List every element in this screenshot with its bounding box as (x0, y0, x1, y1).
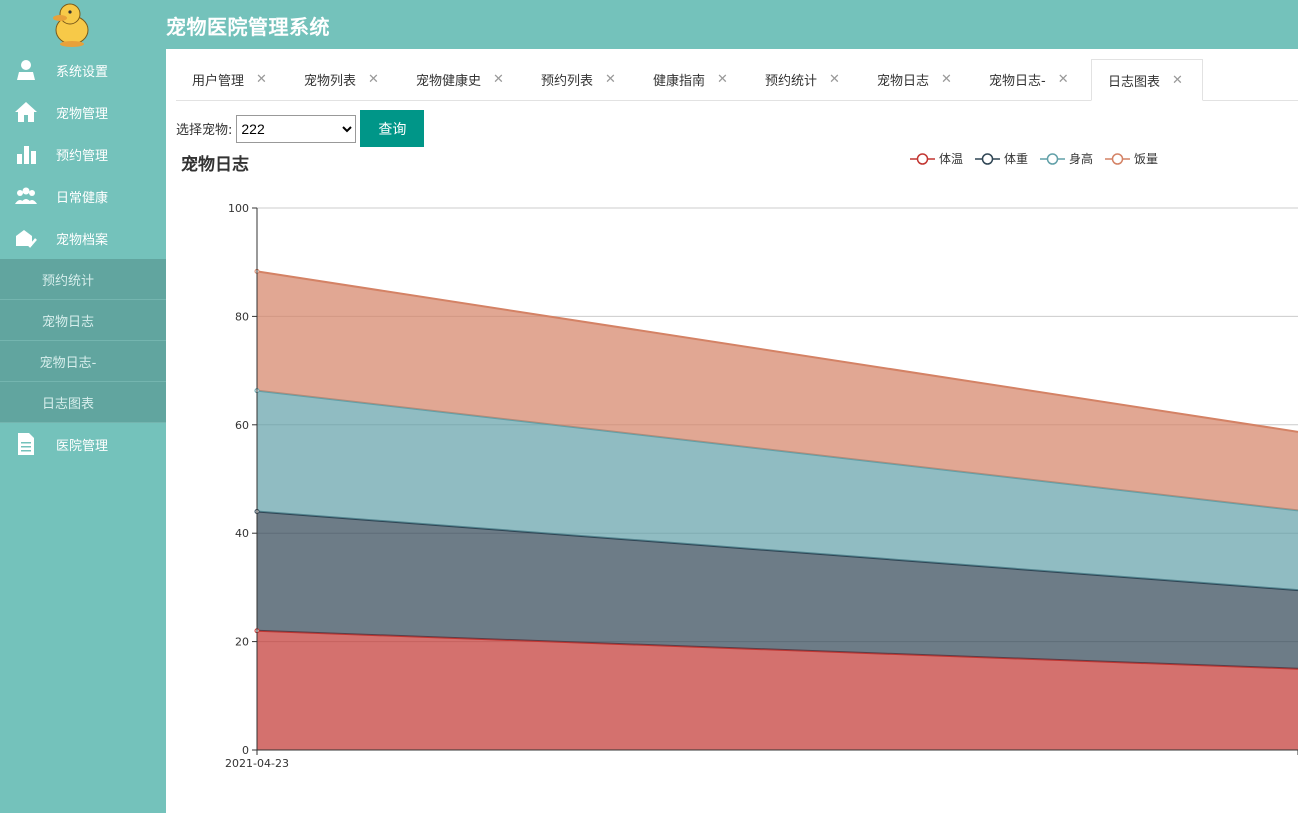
stacked-area-chart: 0 20 40 60 80 100 2021-04-23 (225, 202, 1298, 770)
y-tick-label: 0 (242, 744, 249, 757)
y-tick-label: 40 (235, 527, 249, 540)
y-tick-label: 60 (235, 419, 249, 432)
y-tick-label: 100 (228, 202, 249, 215)
y-tick-label: 80 (235, 310, 249, 323)
x-tick-label: 2021-04-23 (225, 757, 289, 770)
y-tick-label: 20 (235, 636, 249, 649)
